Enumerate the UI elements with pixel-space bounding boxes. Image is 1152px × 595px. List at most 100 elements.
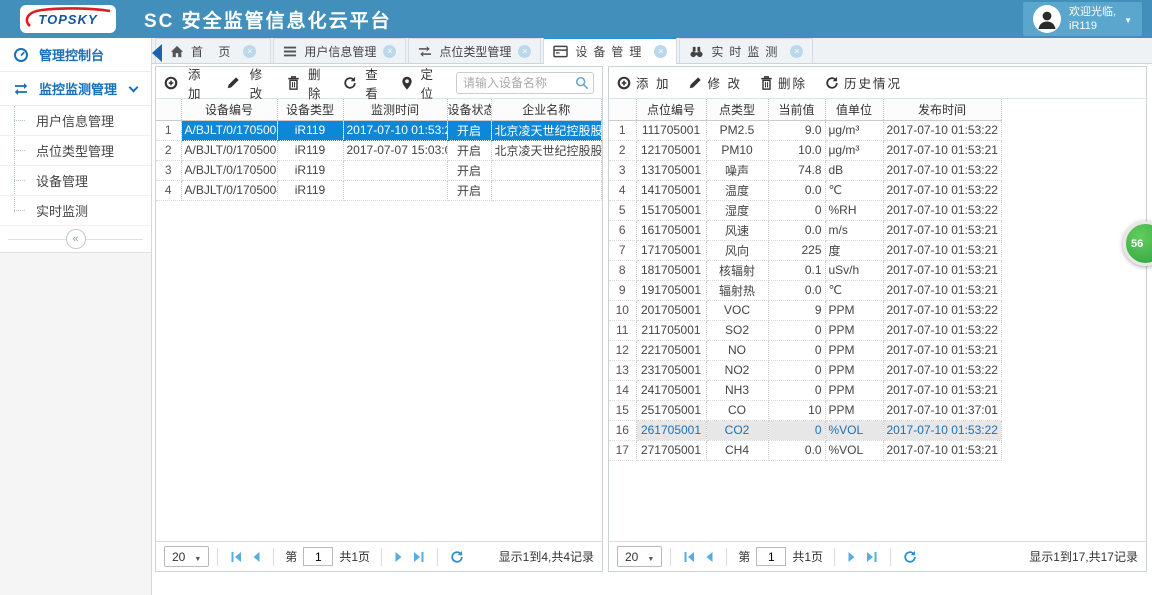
row-number-cell: 2 xyxy=(156,140,182,161)
table-row[interactable]: 17 271705001 CH4 0.0 %VOL 2017-07-10 01:53:21 xyxy=(609,440,1002,461)
sidebar-item-point-type[interactable]: 点位类型管理 xyxy=(0,136,151,166)
col-header-publish-time[interactable]: 发布时间 xyxy=(883,99,1002,121)
table-row[interactable]: 1 111705001 PM2.5 9.0 μg/m³ 2017-07-10 01:53:… xyxy=(609,120,1002,141)
tab-user-info[interactable]: 用户信息管理 xyxy=(273,38,407,63)
table-row[interactable]: 7 171705001 风向 225 度 2017-07-10 01:53:21 xyxy=(609,240,1002,261)
welcome-text: 欢迎光临, iR119 xyxy=(1069,5,1116,34)
edit-button[interactable]: 修 改 xyxy=(226,67,270,102)
prev-page-button[interactable] xyxy=(700,549,718,565)
view-button[interactable]: 查看 xyxy=(343,67,382,102)
add-button[interactable]: 添 加 xyxy=(617,73,670,92)
refresh-button[interactable] xyxy=(446,548,468,566)
close-icon[interactable] xyxy=(243,44,257,58)
first-page-button[interactable] xyxy=(226,549,247,565)
table-cell: iR119 xyxy=(277,120,344,141)
table-cell: 271705001 xyxy=(636,440,707,461)
table-row[interactable]: 4 A/BJLT/0/1705004 iR119 开启 xyxy=(156,180,602,201)
page-number-input[interactable] xyxy=(303,547,334,566)
search-input[interactable] xyxy=(456,71,595,94)
table-row[interactable]: 12 221705001 NO 0 PPM 2017-07-10 01:53:21 xyxy=(609,340,1002,361)
first-page-button[interactable] xyxy=(679,549,700,565)
history-button[interactable]: 历史情况 xyxy=(825,73,902,92)
table-cell: 74.8 xyxy=(768,160,826,181)
divider xyxy=(726,547,728,566)
table-row[interactable]: 1 A/BJLT/0/1705001 iR119 2017-07-10 01:53:2… xyxy=(156,120,602,141)
last-page-button[interactable] xyxy=(408,549,429,565)
delete-button[interactable]: 删除 xyxy=(287,67,325,102)
sidebar-item-user-info[interactable]: 用户信息管理 xyxy=(0,106,151,136)
table-row[interactable]: 5 151705001 湿度 0 %RH 2017-07-10 01:53:22 xyxy=(609,200,1002,221)
username: iR119 xyxy=(1069,20,1097,32)
divider xyxy=(381,547,382,566)
col-header-point-type[interactable]: 点类型 xyxy=(706,99,769,121)
row-number-header[interactable] xyxy=(156,99,182,121)
table-row[interactable]: 14 241705001 NH3 0 PPM 2017-07-10 01:53:21 xyxy=(609,380,1002,401)
tab-realtime[interactable]: 实时监测 xyxy=(679,38,814,63)
table-cell xyxy=(343,180,448,201)
table-cell: 2017-07-07 15:03:05 xyxy=(343,140,448,161)
sidebar: 管理控制台 监控监测管理 用户信息管理 点位类型管理 设备管理 实时监测 « xyxy=(0,38,152,595)
table-row[interactable]: 11 211705001 SO2 0 PPM 2017-07-10 01:53:22 xyxy=(609,320,1002,341)
edit-button[interactable]: 修 改 xyxy=(688,73,741,92)
device-search xyxy=(456,71,595,94)
table-row[interactable]: 3 A/BJLT/0/1705003 iR119 开启 xyxy=(156,160,602,181)
table-row[interactable]: 15 251705001 CO 10 PPM 2017-07-10 01:37:01 xyxy=(609,400,1002,421)
table-row[interactable]: 8 181705001 核辐射 0.1 uSv/h 2017-07-10 01:53:21 xyxy=(609,260,1002,281)
next-page-icon xyxy=(395,551,402,562)
table-cell: 2017-07-10 01:53:21 xyxy=(883,260,1002,281)
page-number-input[interactable] xyxy=(756,547,787,566)
col-header-company[interactable]: 企业名称 xyxy=(491,99,602,121)
table-cell: 141705001 xyxy=(636,180,707,201)
tab-home[interactable]: 首 页 xyxy=(155,38,272,63)
sidebar-item-realtime[interactable]: 实时监测 xyxy=(0,196,151,226)
search-icon[interactable] xyxy=(575,76,589,90)
table-cell: 温度 xyxy=(706,180,769,201)
table-row[interactable]: 2 A/BJLT/0/1705002 iR119 2017-07-07 15:03:0… xyxy=(156,140,602,161)
table-row[interactable]: 6 161705001 风速 0.0 m/s 2017-07-10 01:53:21 xyxy=(609,220,1002,241)
page-size-value: 20 xyxy=(172,549,186,564)
tab-point-type[interactable]: 点位类型管理 xyxy=(408,38,542,63)
sidebar-collapse-button[interactable]: « xyxy=(0,226,151,252)
close-icon[interactable] xyxy=(790,44,804,58)
next-page-button[interactable] xyxy=(390,549,408,565)
table-row[interactable]: 2 121705001 PM10 10.0 μg/m³ 2017-07-10 01:53:… xyxy=(609,140,1002,161)
user-menu[interactable]: 欢迎光临, iR119 xyxy=(1023,2,1142,36)
prev-page-button[interactable] xyxy=(247,549,265,565)
locate-button[interactable]: 定位 xyxy=(401,67,438,102)
tab-device-mgmt[interactable]: 设备管理 xyxy=(543,37,678,64)
sidebar-item-monitor-mgmt[interactable]: 监控监测管理 xyxy=(0,72,151,106)
delete-button[interactable]: 删除 xyxy=(760,73,807,92)
refresh-button[interactable] xyxy=(899,548,921,566)
col-header-device-type[interactable]: 设备类型 xyxy=(277,99,344,121)
table-row[interactable]: 3 131705001 噪声 74.8 dB 2017-07-10 01:53:22 xyxy=(609,160,1002,181)
col-header-current-value[interactable]: 当前值 xyxy=(768,99,826,121)
row-number-cell: 1 xyxy=(609,120,637,141)
page-size-select[interactable]: 20 xyxy=(617,546,663,567)
table-row[interactable]: 10 201705001 VOC 9 PPM 2017-07-10 01:53:22 xyxy=(609,300,1002,321)
col-header-point-code[interactable]: 点位编号 xyxy=(636,99,707,121)
col-header-monitor-time[interactable]: 监测时间 xyxy=(343,99,448,121)
sidebar-item-device-mgmt[interactable]: 设备管理 xyxy=(0,166,151,196)
row-number-cell: 4 xyxy=(609,180,637,201)
table-row[interactable]: 16 261705001 CO2 0 %VOL 2017-07-10 01:53:22 xyxy=(609,420,1002,441)
sidebar-item-console[interactable]: 管理控制台 xyxy=(0,38,151,72)
last-page-button[interactable] xyxy=(861,549,882,565)
row-number-header[interactable] xyxy=(609,99,637,121)
add-button[interactable]: 添 加 xyxy=(164,67,208,102)
close-icon[interactable] xyxy=(383,44,397,58)
table-row[interactable]: 4 141705001 温度 0.0 ℃ 2017-07-10 01:53:22 xyxy=(609,180,1002,201)
next-page-button[interactable] xyxy=(843,549,861,565)
page-size-value: 20 xyxy=(625,549,639,564)
table-cell: 241705001 xyxy=(636,380,707,401)
topsky-logo[interactable]: TOPSKY xyxy=(20,5,116,33)
table-row[interactable]: 13 231705001 NO2 0 PPM 2017-07-10 01:53:22 xyxy=(609,360,1002,381)
table-cell: PPM xyxy=(825,340,884,361)
close-icon[interactable] xyxy=(518,44,532,58)
col-header-value-unit[interactable]: 值单位 xyxy=(825,99,884,121)
col-header-device-status[interactable]: 设备状态 xyxy=(447,99,492,121)
close-icon[interactable] xyxy=(654,45,668,58)
col-header-device-code[interactable]: 设备编号 xyxy=(181,99,278,121)
table-row[interactable]: 9 191705001 辐射热 0.0 ℃ 2017-07-10 01:53:21 xyxy=(609,280,1002,301)
table-cell: 风速 xyxy=(706,220,769,241)
page-size-select[interactable]: 20 xyxy=(164,546,210,567)
